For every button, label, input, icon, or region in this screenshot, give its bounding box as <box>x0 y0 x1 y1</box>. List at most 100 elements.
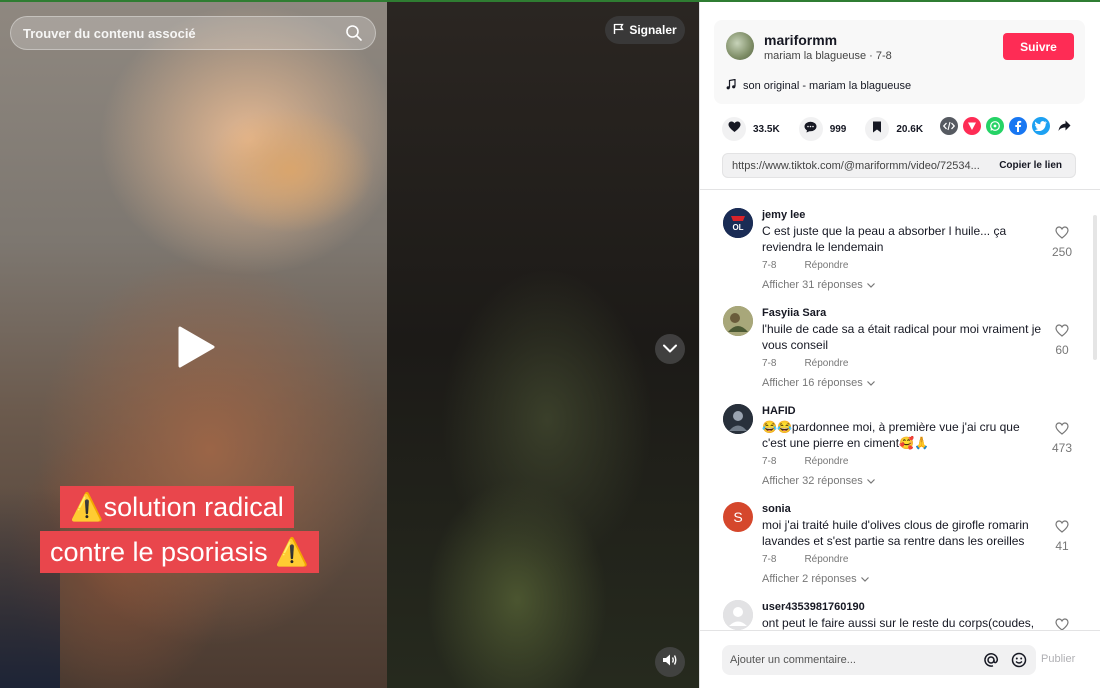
facebook-icon[interactable] <box>1009 117 1027 135</box>
comment-like-count: 41 <box>1055 539 1069 553</box>
music-row[interactable]: son original - mariam la blagueuse <box>726 78 911 93</box>
comment-text: l'huile de cade sa a était radical pour … <box>762 322 1042 352</box>
comment-text: moi j'ai traité huile d'olives clous de … <box>762 518 1029 548</box>
save-count: 20.6K <box>896 123 924 135</box>
view-replies-label: Afficher 16 réponses <box>762 377 863 389</box>
send-icon[interactable] <box>963 117 981 135</box>
comment-meta: 7-8 Répondre <box>762 456 848 467</box>
next-video-button[interactable] <box>655 334 685 364</box>
comment-item: OL jemy lee C est juste que la peau a ab… <box>723 208 1083 298</box>
chevron-down-icon <box>866 377 875 389</box>
follow-button[interactable]: Suivre <box>1003 33 1074 60</box>
whatsapp-icon[interactable] <box>986 117 1004 135</box>
music-note-icon <box>726 78 736 93</box>
comment-input[interactable] <box>730 654 972 666</box>
search-box[interactable] <box>10 16 376 50</box>
comment-item: S sonia moi j'ai traité huile d'olives c… <box>723 502 1083 592</box>
search-input[interactable] <box>23 25 345 41</box>
reply-button[interactable]: Répondre <box>804 554 848 565</box>
view-replies-label: Afficher 2 réponses <box>762 573 857 585</box>
speaker-icon <box>662 653 678 672</box>
comment-avatar[interactable] <box>723 600 753 630</box>
volume-button[interactable] <box>655 647 685 677</box>
comment-date: 7-8 <box>762 358 777 369</box>
reply-button[interactable]: Répondre <box>804 358 848 369</box>
like-count: 33.5K <box>753 123 780 135</box>
heart-outline-icon <box>1055 618 1069 630</box>
comment-text: 😂😂pardonnee moi, à première vue j'ai cru… <box>762 420 1020 450</box>
chevron-down-icon <box>866 279 875 291</box>
mention-icon[interactable] <box>982 651 1000 669</box>
view-replies-button[interactable]: Afficher 2 réponses <box>762 573 869 585</box>
comment-avatar[interactable] <box>723 306 753 336</box>
comment-item: Fasyiia Sara l'huile de cade sa a était … <box>723 306 1083 396</box>
comment-like-button[interactable]: 473 <box>1048 422 1076 455</box>
flag-icon <box>613 23 624 38</box>
comment-meta: 7-8 Répondre <box>762 554 848 565</box>
comment-like-button[interactable] <box>1048 618 1076 630</box>
video-caption: ⚠️solution radical contre le psoriasis ⚠… <box>40 486 350 573</box>
comment-text: ont peut le faire aussi sur le reste du … <box>762 616 1035 630</box>
comment-username[interactable]: HAFID <box>762 405 796 417</box>
embed-icon[interactable] <box>940 117 958 135</box>
comment-count: 999 <box>829 123 847 135</box>
share-icons <box>940 117 1073 135</box>
comment-date: 7-8 <box>762 456 777 467</box>
comment-like-count: 250 <box>1051 245 1073 259</box>
comment-like-button[interactable]: 41 <box>1048 520 1076 553</box>
comment-avatar[interactable]: OL <box>723 208 753 238</box>
comment-input-box[interactable] <box>722 645 1036 675</box>
comment-item: HAFID 😂😂pardonnee moi, à première vue j'… <box>723 404 1083 494</box>
comment-avatar[interactable]: S <box>723 502 753 532</box>
comment-username[interactable]: user4353981760190 <box>762 601 865 613</box>
comment-like-button[interactable]: 60 <box>1048 324 1076 357</box>
link-box: https://www.tiktok.com/@mariformm/video/… <box>722 153 1076 178</box>
top-border <box>0 0 1100 2</box>
comment-item: user4353981760190 ont peut le faire auss… <box>723 600 1083 630</box>
comment-username[interactable]: sonia <box>762 503 791 515</box>
copy-link-button[interactable]: Copier le lien <box>986 154 1075 177</box>
video-url[interactable]: https://www.tiktok.com/@mariformm/video/… <box>723 160 986 172</box>
play-icon[interactable] <box>176 325 216 369</box>
comment-date: 7-8 <box>762 260 777 271</box>
author-subtitle: mariam la blagueuse · 7-8 <box>764 50 892 62</box>
comment-avatar[interactable] <box>723 404 753 434</box>
avatar[interactable] <box>726 32 754 60</box>
emoji-icon[interactable] <box>1010 651 1028 669</box>
view-replies-button[interactable]: Afficher 32 réponses <box>762 475 875 487</box>
comment-username[interactable]: jemy lee <box>762 209 805 221</box>
chevron-down-icon <box>663 340 677 358</box>
search-icon[interactable] <box>345 24 363 42</box>
scrollbar[interactable] <box>1093 215 1097 360</box>
video-area[interactable]: Signaler ⚠️solution radical contre le ps… <box>0 0 699 688</box>
heart-icon <box>728 120 741 138</box>
like-button[interactable]: 33.5K <box>722 117 780 141</box>
comment-list[interactable]: OL jemy lee C est juste que la peau a ab… <box>700 190 1100 630</box>
avatar-letter: S <box>733 509 743 525</box>
author-card: mariformm mariam la blagueuse · 7-8 Suiv… <box>714 20 1085 104</box>
report-label: Signaler <box>629 23 677 37</box>
comment-username[interactable]: Fasyiia Sara <box>762 307 826 319</box>
author-username[interactable]: mariformm <box>764 32 837 48</box>
comment-like-button[interactable]: 250 <box>1048 226 1076 259</box>
bookmark-icon <box>872 120 882 138</box>
heart-outline-icon <box>1055 422 1069 439</box>
comment-button[interactable]: 999 <box>798 117 847 141</box>
comment-meta: 7-8 Répondre <box>762 358 848 369</box>
app: Signaler ⚠️solution radical contre le ps… <box>0 0 1100 688</box>
comment-footer: Publier <box>700 630 1100 688</box>
publish-button[interactable]: Publier <box>1041 653 1075 665</box>
reply-button[interactable]: Répondre <box>804 260 848 271</box>
share-arrow-icon[interactable] <box>1055 117 1073 135</box>
save-button[interactable]: 20.6K <box>865 117 923 141</box>
caption-line-1: ⚠️solution radical <box>60 486 294 528</box>
comment-date: 7-8 <box>762 554 777 565</box>
twitter-icon[interactable] <box>1032 117 1050 135</box>
report-button[interactable]: Signaler <box>605 16 685 44</box>
comment-text: C est juste que la peau a absorber l hui… <box>762 224 1007 254</box>
view-replies-button[interactable]: Afficher 16 réponses <box>762 377 875 389</box>
comment-bubble-icon <box>804 120 817 138</box>
reply-button[interactable]: Répondre <box>804 456 848 467</box>
view-replies-button[interactable]: Afficher 31 réponses <box>762 279 875 291</box>
view-replies-label: Afficher 32 réponses <box>762 475 863 487</box>
